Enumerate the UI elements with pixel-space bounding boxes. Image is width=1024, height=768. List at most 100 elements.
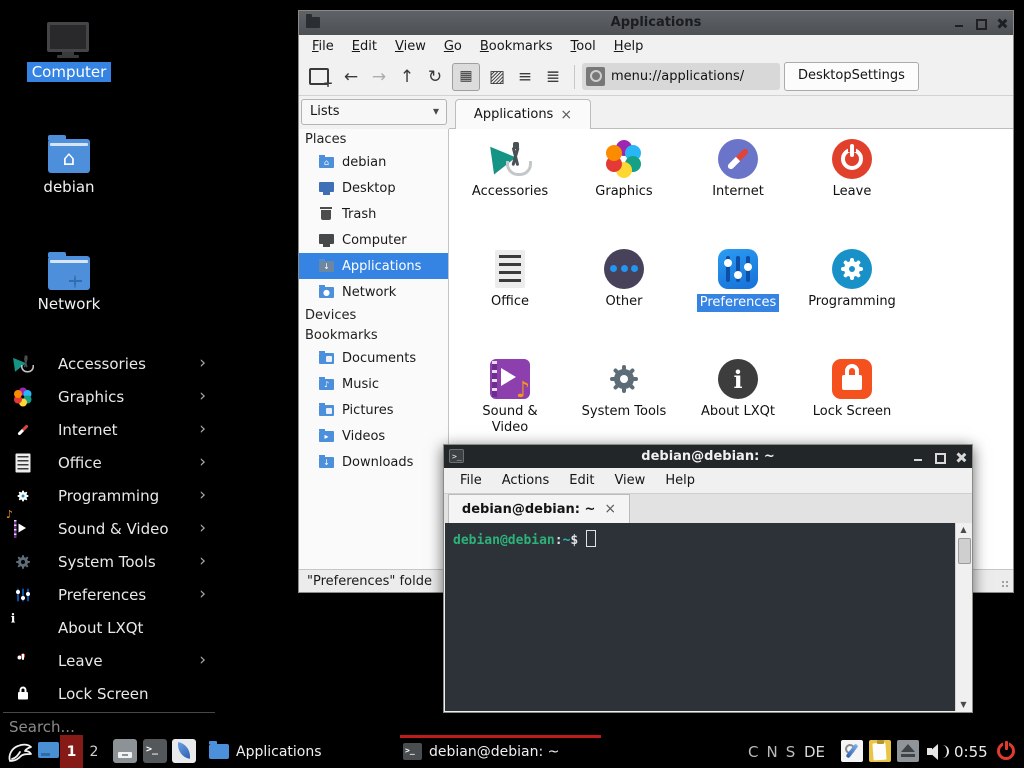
fm-menu-bookmarks[interactable]: Bookmarks <box>471 37 562 56</box>
volume-icon[interactable] <box>927 743 949 760</box>
sidebar-item-network[interactable]: ●Network <box>299 279 448 305</box>
menu-item-internet[interactable]: Internet › <box>0 413 218 446</box>
desktop-settings-button[interactable]: DesktopSettings <box>784 62 919 91</box>
close-icon[interactable] <box>996 18 1007 29</box>
menu-item-system-tools[interactable]: System Tools › <box>0 545 218 578</box>
up-icon[interactable]: ↑ <box>393 67 421 87</box>
app-folder-sound-video[interactable]: ♪ Sound & Video <box>456 359 564 435</box>
file-manager-launcher-icon[interactable] <box>113 739 137 763</box>
minimize-icon[interactable] <box>913 452 924 463</box>
terminal-menu-edit[interactable]: Edit <box>559 471 604 490</box>
terminal-menu-view[interactable]: View <box>604 471 655 490</box>
internet-icon <box>13 420 33 440</box>
sidebar-item-downloads[interactable]: ↓Downloads <box>299 449 448 475</box>
sidebar-item-videos[interactable]: ▸Videos <box>299 423 448 449</box>
app-folder-system-tools[interactable]: System Tools <box>570 359 678 420</box>
screenshot-tray-icon[interactable] <box>841 740 863 762</box>
sidebar-item-trash[interactable]: Trash <box>299 201 448 227</box>
fm-menu-help[interactable]: Help <box>605 37 653 56</box>
app-folder-about-lxqt[interactable]: i About LXQt <box>684 359 792 420</box>
other-icon <box>604 249 644 289</box>
app-folder-programming[interactable]: Programming <box>798 249 906 310</box>
removable-media-tray-icon[interactable] <box>897 740 919 762</box>
resize-grip[interactable] <box>1001 580 1010 589</box>
terminal-output[interactable]: debian@debian:~$ <box>445 523 955 711</box>
new-tab-icon[interactable] <box>309 68 329 85</box>
reload-icon[interactable]: ↻ <box>421 67 449 87</box>
taskbar-task-terminal[interactable]: >_ debian@debian: ~ <box>400 735 601 765</box>
app-folder-internet[interactable]: Internet <box>684 139 792 200</box>
app-folder-preferences[interactable]: Preferences <box>684 249 792 312</box>
app-folder-graphics[interactable]: Graphics <box>570 139 678 200</box>
clipboard-tray-icon[interactable] <box>869 740 891 762</box>
sidebar-item-applications[interactable]: ↓Applications <box>299 253 448 279</box>
terminal-menu-actions[interactable]: Actions <box>492 471 560 490</box>
menu-item-accessories[interactable]: Accessories › <box>0 347 218 380</box>
fm-window-title: Applications <box>299 11 1013 35</box>
workspace-1-button[interactable]: 1 <box>60 735 83 768</box>
lxqt-menu-button[interactable] <box>6 739 34 765</box>
sidebar-item-documents[interactable]: Documents <box>299 345 448 371</box>
sidebar-item-desktop[interactable]: Desktop <box>299 175 448 201</box>
fm-menu-file[interactable]: File <box>303 37 343 56</box>
fm-titlebar[interactable]: Applications <box>299 11 1013 35</box>
side-panel-selector[interactable]: Lists ▾ <box>301 99 447 125</box>
terminal-launcher-icon[interactable]: >_ <box>143 739 167 763</box>
app-folder-other[interactable]: Other <box>570 249 678 310</box>
clock[interactable]: 0:55 <box>954 735 988 768</box>
menu-item-preferences[interactable]: Preferences › <box>0 578 218 611</box>
back-icon[interactable]: ← <box>337 67 365 87</box>
desktop-icon-computer[interactable]: Computer <box>19 22 119 82</box>
workspace-2-button[interactable]: 2 <box>85 735 103 768</box>
maximize-icon[interactable] <box>934 452 945 463</box>
menu-item-programming[interactable]: Programming › <box>0 479 218 512</box>
forward-icon[interactable]: → <box>365 67 393 87</box>
sidebar-item-pictures[interactable]: Pictures <box>299 397 448 423</box>
sidebar-item-computer[interactable]: Computer <box>299 227 448 253</box>
fm-tab-applications[interactable]: Applications × <box>455 99 591 129</box>
desktop-icon-network[interactable]: Network <box>19 256 119 314</box>
compact-view-icon[interactable]: ≣ <box>539 67 567 87</box>
menu-item-leave[interactable]: Leave › <box>0 644 218 677</box>
thumbnail-view-icon[interactable]: ▨ <box>483 67 511 87</box>
detailed-list-view-icon[interactable]: ≡ <box>511 67 539 87</box>
fm-menu-edit[interactable]: Edit <box>343 37 386 56</box>
menu-item-lock-screen[interactable]: Lock Screen <box>0 677 218 710</box>
app-folder-office[interactable]: Office <box>456 249 564 310</box>
terminal-scrollbar[interactable]: ▲ ▼ <box>955 523 971 711</box>
sidebar-item-music[interactable]: ♪Music <box>299 371 448 397</box>
terminal-titlebar[interactable]: >_ debian@debian: ~ <box>444 445 972 468</box>
terminal-menu-help[interactable]: Help <box>655 471 705 490</box>
menu-item-sound-video[interactable]: ♪ Sound & Video › <box>0 512 218 545</box>
terminal-menu-file[interactable]: File <box>450 471 492 490</box>
desktop-icon-debian[interactable]: ⌂ debian <box>19 139 119 197</box>
taskbar-task-applications[interactable]: Applications <box>206 735 396 768</box>
sidebar-item-debian[interactable]: ⌂debian <box>299 149 448 175</box>
app-folder-accessories[interactable]: Accessories <box>456 139 564 200</box>
maximize-icon[interactable] <box>975 18 986 29</box>
show-desktop-icon[interactable] <box>38 742 59 758</box>
address-bar[interactable]: menu://applications/ <box>582 63 780 90</box>
menu-item-office[interactable]: Office › <box>0 446 218 479</box>
menu-item-about-lxqt[interactable]: i About LXQt <box>0 611 218 644</box>
close-icon[interactable] <box>955 452 966 463</box>
terminal-tab[interactable]: debian@debian: ~ × <box>448 494 630 523</box>
app-folder-lock-screen[interactable]: Lock Screen <box>798 359 906 420</box>
fm-menu-go[interactable]: Go <box>435 37 471 56</box>
icon-view-button[interactable]: ▦ <box>452 63 480 91</box>
menu-item-graphics[interactable]: Graphics › <box>0 380 218 413</box>
programming-icon <box>13 486 33 506</box>
app-folder-leave[interactable]: Leave <box>798 139 906 200</box>
fm-menu-tool[interactable]: Tool <box>562 37 605 56</box>
fm-menu-view[interactable]: View <box>386 37 435 56</box>
scrollbar-thumb[interactable] <box>958 538 971 564</box>
tab-close-icon[interactable]: × <box>604 502 616 516</box>
minimize-icon[interactable] <box>954 18 965 29</box>
featherpad-launcher-icon[interactable] <box>172 739 196 763</box>
power-button[interactable] <box>995 740 1017 762</box>
scroll-up-icon[interactable]: ▲ <box>956 525 971 534</box>
keyboard-indicator[interactable]: C N S <box>748 735 795 768</box>
tab-close-icon[interactable]: × <box>560 108 572 122</box>
scroll-down-icon[interactable]: ▼ <box>956 700 971 709</box>
keyboard-layout-indicator[interactable]: DE <box>804 735 825 768</box>
